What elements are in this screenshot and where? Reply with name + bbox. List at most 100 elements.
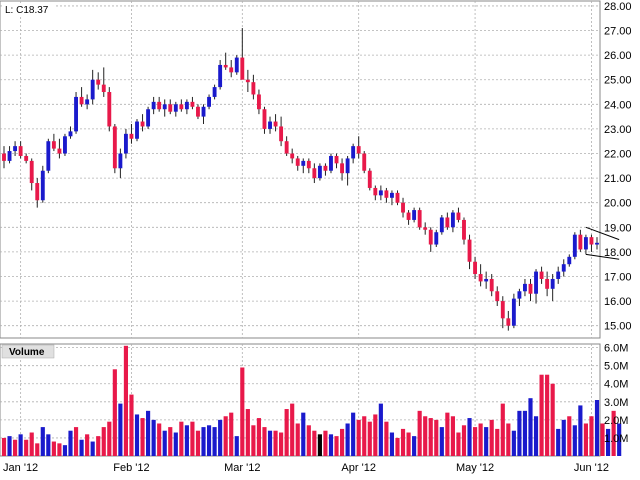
- volume-bar: [312, 430, 317, 456]
- volume-bar: [317, 434, 322, 456]
- candle-body: [356, 146, 361, 154]
- candle-body: [74, 96, 78, 132]
- candle-body: [572, 234, 577, 257]
- volume-bar: [112, 369, 117, 456]
- volume-bar: [506, 423, 511, 456]
- candle-body: [129, 133, 134, 139]
- candle-body: [201, 106, 206, 117]
- volume-bar: [594, 400, 600, 456]
- price-tick-label: 22.00: [604, 149, 632, 161]
- candle-body: [7, 151, 12, 161]
- volume-bar: [389, 432, 395, 456]
- volume-label: Volume: [9, 347, 45, 358]
- candle-body: [539, 271, 544, 279]
- candle-body: [46, 141, 51, 171]
- candle-body: [390, 192, 394, 198]
- volume-bar: [46, 434, 51, 456]
- volume-bar: [467, 418, 472, 456]
- volume-bar: [18, 434, 23, 456]
- x-tick-label: Jun '12: [574, 462, 609, 474]
- volume-bar: [134, 414, 140, 456]
- volume-bar: [334, 436, 339, 456]
- volume-tick-label: 5.0M: [604, 361, 628, 373]
- candle-body: [595, 242, 599, 245]
- candle-body: [57, 148, 62, 154]
- candle-body: [140, 121, 145, 127]
- volume-bar: [423, 416, 428, 456]
- candle-body: [456, 212, 461, 220]
- volume-bar: [57, 443, 62, 456]
- volume-bar: [339, 428, 345, 456]
- volume-bar: [229, 412, 234, 456]
- volume-bar: [190, 421, 195, 456]
- candle-body: [234, 57, 239, 73]
- price-tick-label: 16.00: [604, 296, 632, 308]
- price-tick-label: 15.00: [604, 321, 632, 333]
- candle-body: [500, 301, 505, 319]
- candle-body: [412, 210, 417, 220]
- candle-body: [229, 67, 234, 73]
- volume-bar: [184, 425, 189, 456]
- volume-bar: [589, 416, 594, 456]
- volume-bar: [256, 418, 262, 456]
- volume-bar: [323, 430, 328, 456]
- volume-tick-label: 2.0M: [604, 415, 628, 427]
- candle-body: [157, 101, 162, 110]
- volume-bar: [279, 432, 284, 456]
- volume-bar: [345, 423, 350, 456]
- volume-bar: [522, 410, 528, 456]
- candle-body: [351, 146, 356, 159]
- candle-body: [534, 271, 538, 294]
- volume-bar: [511, 430, 516, 456]
- candle-body: [428, 229, 433, 245]
- volume-bar: [262, 427, 267, 456]
- candle-body: [190, 101, 195, 107]
- stock-chart: 28.00 27.00 26.00 25.00 24.00 23.00 22.00 21.00…: [0, 0, 640, 480]
- candle-body: [40, 170, 45, 201]
- volume-bar: [212, 427, 217, 456]
- volume-bar: [96, 436, 101, 456]
- candle-body: [395, 192, 400, 203]
- volume-bar: [35, 443, 40, 456]
- candle-body: [329, 155, 333, 171]
- volume-bar: [545, 374, 550, 456]
- candle-body: [434, 232, 439, 245]
- candle-body: [367, 170, 372, 188]
- candle-body: [567, 256, 572, 265]
- candle-body: [2, 153, 6, 161]
- candle-body: [345, 158, 350, 174]
- volume-bar: [68, 430, 73, 456]
- volume-bar: [240, 367, 245, 456]
- price-tick-label: 24.00: [604, 99, 632, 111]
- candle-body: [417, 210, 422, 228]
- candle-body: [107, 92, 112, 127]
- volume-bar: [556, 428, 561, 456]
- volume-bar: [378, 403, 383, 456]
- volume-bar: [162, 430, 167, 456]
- volume-bar: [40, 427, 45, 456]
- x-tick-label: Jan '12: [3, 462, 38, 474]
- volume-bar: [29, 432, 34, 456]
- candle-body: [473, 261, 478, 275]
- volume-bar: [151, 419, 156, 456]
- candle-body: [90, 79, 95, 100]
- candle-body: [240, 57, 245, 80]
- candle-body: [561, 264, 566, 272]
- volume-bar: [445, 412, 450, 456]
- candle-body: [467, 239, 472, 262]
- candle-body: [506, 318, 511, 326]
- candle-body: [256, 94, 261, 110]
- candle-body: [445, 217, 450, 228]
- volume-tick-label: 6.0M: [604, 343, 628, 355]
- candle-body: [589, 237, 594, 245]
- volume-bar: [251, 425, 256, 456]
- volume-bar: [201, 427, 206, 456]
- candle-body: [218, 64, 223, 88]
- candle-body: [578, 234, 583, 250]
- candle-body: [268, 121, 272, 129]
- volume-bar: [218, 419, 223, 456]
- candle-body: [362, 153, 367, 171]
- volume-bar: [62, 445, 68, 456]
- volume-bar: [412, 436, 417, 456]
- volume-bar: [223, 416, 228, 456]
